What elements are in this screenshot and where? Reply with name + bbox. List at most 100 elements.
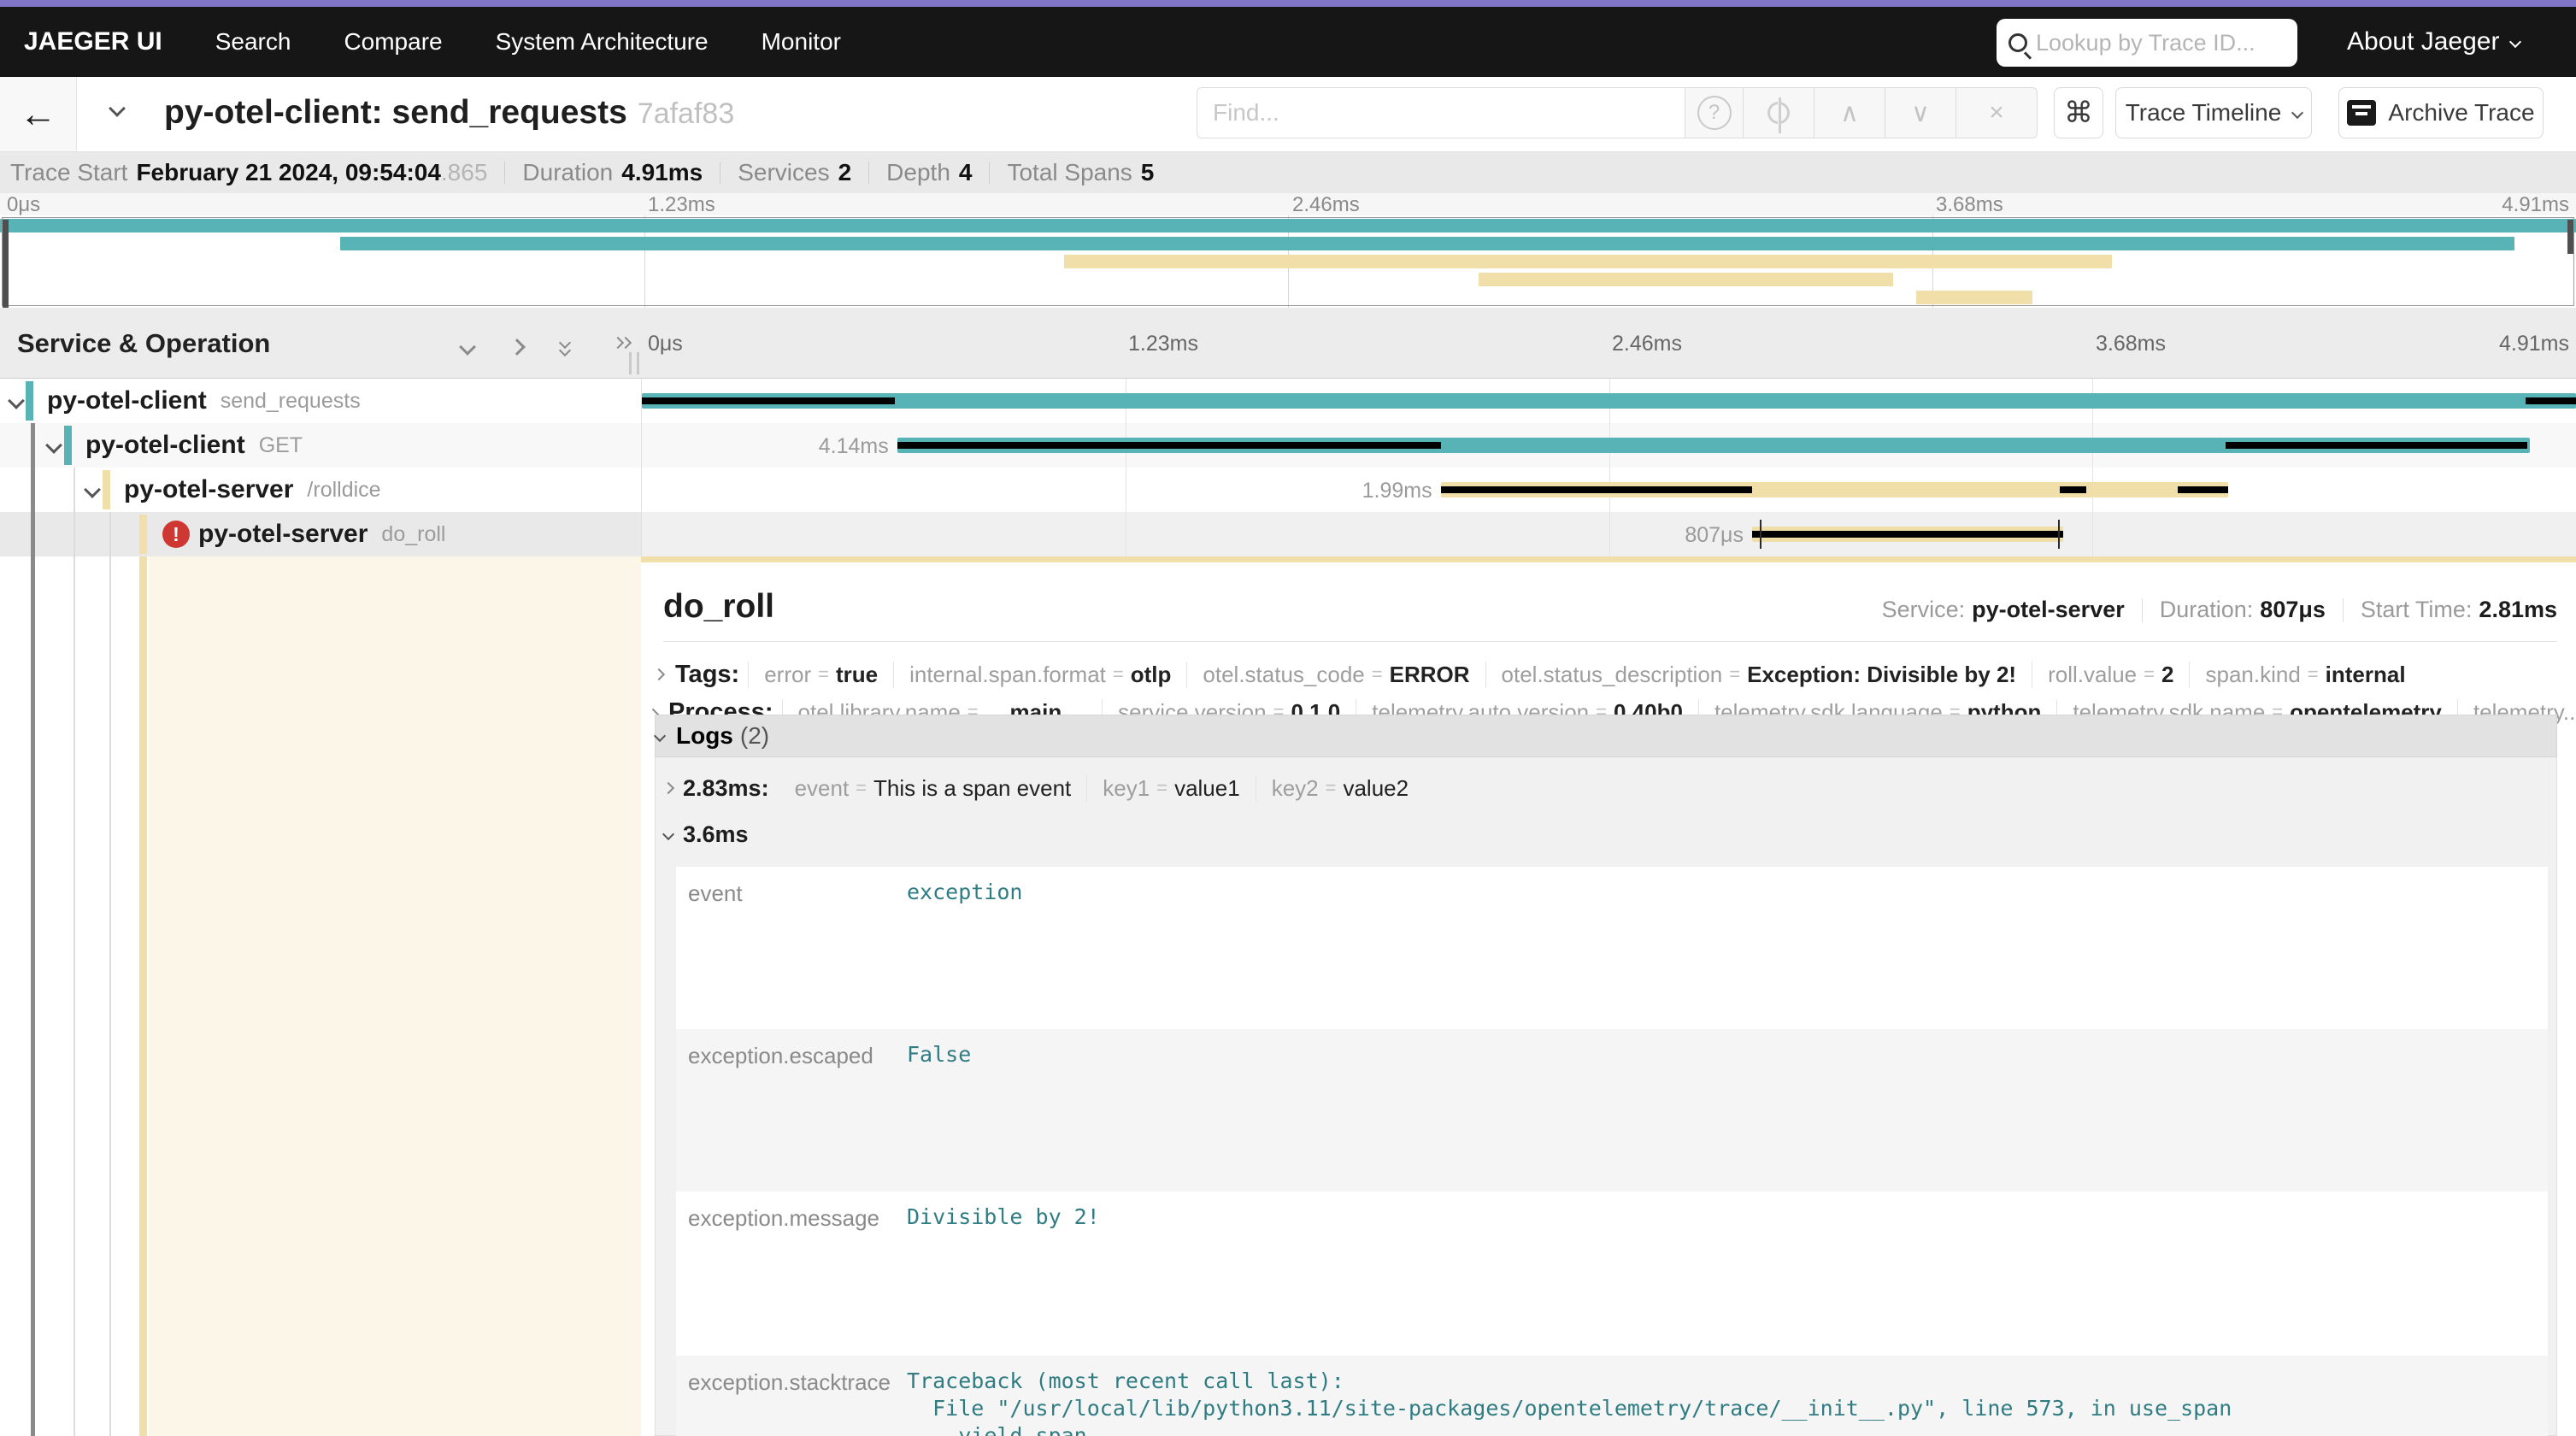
row-collapse-chevron-icon[interactable] [45,437,62,454]
trace-id-search-box[interactable] [1997,19,2297,67]
timeline-row-bars-0[interactable] [641,379,2576,423]
find-next-button[interactable]: ∨ [1885,87,1956,138]
field-key: exception.stacktrace [676,1356,895,1436]
timeline-row-bars-1[interactable]: 4.14ms [641,423,2576,468]
total-spans-value: 5 [1141,159,1155,186]
tag-pill: internal.span.format=otlp [893,662,1186,688]
trace-header: ← py-otel-client: send_requests 7afaf83 ?… [0,77,2576,152]
collapse-one-icon[interactable] [459,338,476,356]
viewport-right-handle[interactable] [2567,220,2573,254]
table-row: event exception [676,867,2548,1029]
nav-item-compare[interactable]: Compare [344,28,442,56]
span-row-rolldice[interactable]: py-otel-server /rolldice 1.99ms [0,468,2576,512]
find-clear-button[interactable]: × [1956,87,2038,138]
find-focus-button[interactable] [1744,87,1814,138]
minimap-tick: 2.46ms [1292,193,1360,217]
duration-value: 807μs [2260,597,2326,623]
span-duration-label: 1.99ms [1362,479,1441,503]
total-spans-label: Total Spans [1007,159,1132,186]
divider [504,162,505,184]
collapse-all-icon[interactable] [561,338,576,356]
critical-path-segment [897,442,1441,449]
trace-id-badge: 7afaf83 [638,97,734,130]
tag-pill: otel.status_code=ERROR [1186,662,1485,688]
indent-guide [31,423,35,1436]
trace-title-text: py-otel-client: send_requests [164,94,627,131]
chevron-right-icon [662,782,674,794]
trace-minimap[interactable] [0,215,2576,308]
field-key: exception.escaped [676,1029,895,1192]
span-bar[interactable] [642,393,2576,409]
table-row: exception.message Divisible by 2! [676,1192,2548,1356]
nav-item-system-architecture[interactable]: System Architecture [496,28,709,56]
trace-id-search-input[interactable] [2036,30,2285,56]
find-input[interactable] [1197,87,1685,138]
tags-label: Tags: [675,661,739,689]
indent-guide [74,468,75,1436]
nav-item-monitor[interactable]: Monitor [762,28,841,56]
viewport-left-handle[interactable] [3,220,9,309]
span-detail-title: do_roll [663,588,774,626]
span-color-bar [139,515,147,554]
timeline-tick: 2.46ms [1612,332,1682,356]
trace-view-selector[interactable]: Trace Timeline [2115,87,2312,138]
critical-path-segment [1752,531,2063,538]
column-resizer-handle[interactable] [629,352,639,374]
span-service-name: py-otel-server [124,475,293,504]
back-button[interactable]: ← [0,77,77,151]
span-detail-meta: Service:py-otel-server Duration:807μs St… [1882,597,2557,623]
timeline-row-bars-3[interactable]: 807μs [641,512,2576,556]
duration-label: Duration: [2160,597,2254,623]
jaeger-trace-page: JAEGER UI Search Compare System Architec… [0,0,2576,1436]
duration-value: 4.91ms [621,159,703,186]
span-row-do-roll-selected[interactable]: ! py-otel-server do_roll 807μs [0,512,2576,556]
log-field-pill: key2=value2 [1256,775,1424,802]
critical-path-segment [642,397,895,404]
brand-logo[interactable]: JAEGER UI [24,27,162,56]
logs-section-header[interactable]: Logs (2) [655,715,2557,757]
span-rows: py-otel-client send_requests py-otel-cli… [0,379,2576,556]
field-value: False [895,1029,2548,1192]
start-time-value: 2.81ms [2479,597,2557,623]
minimap-viewport-box[interactable] [2,217,2574,306]
log-entry-2[interactable]: 3.6ms [664,812,2548,856]
field-value: Divisible by 2! [895,1192,2548,1356]
span-operation-name: send_requests [221,389,361,414]
span-color-bar [26,381,33,421]
back-arrow-icon: ← [20,93,57,136]
trace-collapse-chevron-icon[interactable] [109,100,126,117]
nav-item-search[interactable]: Search [215,28,291,56]
expand-one-icon[interactable] [509,338,526,356]
span-duration-label: 807μs [1685,523,1752,548]
help-icon: ? [1697,96,1732,130]
row-collapse-chevron-icon[interactable] [8,392,25,409]
critical-path-segment [1441,486,1752,493]
divider [868,162,869,184]
timeline-column-header: Service & Operation 0μs 1.23ms 2.46ms 3.… [0,308,2576,379]
row-collapse-chevron-icon[interactable] [84,481,101,498]
minimap-tick: 0μs [7,193,40,217]
trace-start-fraction: .865 [441,159,488,186]
tags-row[interactable]: Tags: error=true internal.span.format=ot… [655,655,2557,694]
find-help-button[interactable]: ? [1685,87,1744,138]
table-row: exception.escaped False [676,1029,2548,1192]
service-value: py-otel-server [1972,597,2125,623]
about-jaeger-menu[interactable]: About Jaeger [2347,7,2520,77]
logs-section-body: 2.83ms: event=This is a span event key1=… [655,757,2557,1436]
span-row-send-requests[interactable]: py-otel-client send_requests [0,379,2576,423]
find-prev-button[interactable]: ∧ [1814,87,1885,138]
critical-path-segment [2226,442,2527,449]
top-nav: JAEGER UI Search Compare System Architec… [0,7,2576,77]
field-value: exception [895,867,2548,1029]
log-field-pill: event=This is a span event [779,775,1087,802]
span-row-get[interactable]: py-otel-client GET 4.14ms [0,423,2576,468]
detail-left-fill [149,556,641,1436]
trace-title: py-otel-client: send_requests 7afaf83 [164,94,734,132]
indent-guide [109,512,111,1436]
keyboard-shortcuts-button[interactable]: ⌘ [2054,87,2103,138]
expand-all-icon[interactable] [614,338,629,356]
timeline-row-bars-2[interactable]: 1.99ms [641,468,2576,512]
log-fields-table: event exception exception.escaped False … [676,867,2548,1413]
log-entry-1[interactable]: 2.83ms: event=This is a span event key1=… [664,766,2548,810]
archive-trace-button[interactable]: Archive Trace [2338,87,2544,138]
